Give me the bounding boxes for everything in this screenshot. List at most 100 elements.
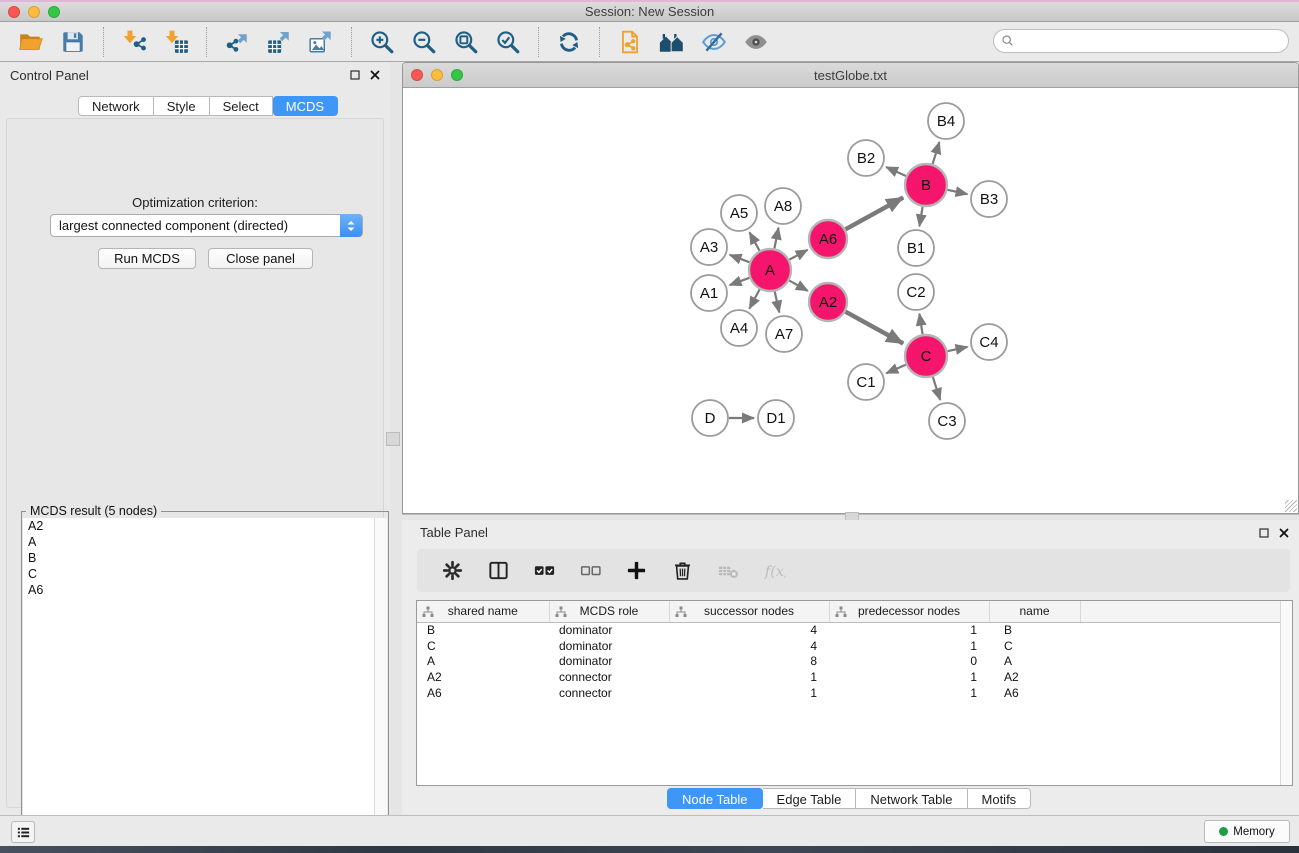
graph-node-C1[interactable]: C1 xyxy=(848,364,884,400)
tab-select[interactable]: Select xyxy=(210,96,273,116)
close-panel-icon[interactable] xyxy=(368,68,382,82)
open-file-icon[interactable] xyxy=(16,27,46,57)
hide-selected-eye-slash-icon[interactable] xyxy=(699,27,729,57)
search-box[interactable] xyxy=(993,29,1289,53)
export-image-icon[interactable] xyxy=(306,27,336,57)
restore-columns-icon[interactable] xyxy=(529,556,559,586)
graphics-details-eye-icon[interactable] xyxy=(741,27,771,57)
float-panel-icon[interactable] xyxy=(1257,526,1271,540)
graph-node-B1[interactable]: B1 xyxy=(898,230,934,266)
show-all-houses-icon[interactable] xyxy=(657,27,687,57)
column-header-predecessor-nodes[interactable]: predecessor nodes xyxy=(829,601,989,622)
graph-node-A6[interactable]: A6 xyxy=(809,220,847,258)
graph-node-C4[interactable]: C4 xyxy=(971,324,1007,360)
function-builder-icon[interactable]: f(x) xyxy=(759,556,789,586)
graph-node-B[interactable]: B xyxy=(905,164,947,206)
table-cell[interactable]: A6 xyxy=(989,685,1080,701)
table-row[interactable]: Adominator80A xyxy=(417,654,1292,670)
graph-node-B2[interactable]: B2 xyxy=(848,140,884,176)
graph-node-A4[interactable]: A4 xyxy=(721,310,757,346)
mcds-result-item[interactable]: C xyxy=(23,567,375,583)
table-cell[interactable]: C xyxy=(417,638,549,654)
divider-grip[interactable] xyxy=(386,432,400,446)
table-cell[interactable]: 1 xyxy=(829,638,989,654)
table-row[interactable]: Cdominator41C xyxy=(417,638,1292,654)
table-cell[interactable]: connector xyxy=(549,669,669,685)
graph-node-D[interactable]: D xyxy=(692,400,728,436)
column-header-shared-name[interactable]: shared name xyxy=(417,601,549,622)
mcds-result-scrollbar[interactable] xyxy=(374,518,387,853)
table-cell[interactable]: 1 xyxy=(669,685,829,701)
table-cell[interactable]: dominator xyxy=(549,654,669,670)
table-cell[interactable]: A xyxy=(417,654,549,670)
table-cell[interactable]: 4 xyxy=(669,622,829,638)
table-cell[interactable]: connector xyxy=(549,685,669,701)
graph-node-C3[interactable]: C3 xyxy=(929,403,965,439)
table-row[interactable]: A6connector11A6 xyxy=(417,685,1292,701)
mcds-result-item[interactable]: A xyxy=(23,534,375,550)
column-header-successor-nodes[interactable]: successor nodes xyxy=(669,601,829,622)
zoom-in-icon[interactable] xyxy=(367,27,397,57)
mcds-result-item[interactable]: B xyxy=(23,550,375,566)
split-panel-icon[interactable] xyxy=(483,556,513,586)
network-from-selection-icon[interactable] xyxy=(615,27,645,57)
criterion-dropdown[interactable]: largest connected component (directed) xyxy=(50,214,363,237)
graph-node-A2[interactable]: A2 xyxy=(809,283,847,321)
tab-motifs[interactable]: Motifs xyxy=(968,788,1032,809)
table-cell[interactable]: C xyxy=(989,638,1080,654)
table-cell[interactable]: dominator xyxy=(549,622,669,638)
table-cell[interactable]: 1 xyxy=(829,669,989,685)
network-canvas[interactable]: ABCA6A2A1A3A4A5A7A8B1B2B3B4C1C2C3C4DD1 xyxy=(403,89,1298,513)
search-input[interactable] xyxy=(1016,31,1288,51)
zoom-out-icon[interactable] xyxy=(409,27,439,57)
import-table-icon[interactable] xyxy=(161,27,191,57)
table-cell[interactable]: 8 xyxy=(669,654,829,670)
tab-network-table[interactable]: Network Table xyxy=(856,788,967,809)
tab-mcds[interactable]: MCDS xyxy=(273,96,338,116)
dropdown-spinner-icon[interactable] xyxy=(340,214,362,237)
delete-columns-icon[interactable] xyxy=(667,556,697,586)
table-cell[interactable]: A2 xyxy=(417,669,549,685)
create-column-icon[interactable] xyxy=(621,556,651,586)
table-cell[interactable]: B xyxy=(989,622,1080,638)
delete-table-icon[interactable] xyxy=(713,556,743,586)
graph-node-D1[interactable]: D1 xyxy=(758,400,794,436)
table-cell[interactable]: 4 xyxy=(669,638,829,654)
table-cell[interactable]: A xyxy=(989,654,1080,670)
tab-style[interactable]: Style xyxy=(154,96,210,116)
graph-node-A1[interactable]: A1 xyxy=(691,275,727,311)
table-scrollbar[interactable] xyxy=(1280,601,1292,785)
column-header-name[interactable]: name xyxy=(989,601,1080,622)
tab-edge-table[interactable]: Edge Table xyxy=(763,788,857,809)
node-table[interactable]: shared nameMCDS rolesuccessor nodesprede… xyxy=(416,600,1293,786)
graph-node-C2[interactable]: C2 xyxy=(898,274,934,310)
graph-node-A3[interactable]: A3 xyxy=(691,229,727,265)
memory-button[interactable]: Memory xyxy=(1204,820,1290,843)
table-row[interactable]: Bdominator41B xyxy=(417,622,1292,638)
vertical-split-divider[interactable] xyxy=(390,62,402,815)
hide-columns-icon[interactable] xyxy=(575,556,605,586)
save-session-icon[interactable] xyxy=(58,27,88,57)
import-network-icon[interactable] xyxy=(119,27,149,57)
column-gear-icon[interactable] xyxy=(437,556,467,586)
close-panel-button[interactable]: Close panel xyxy=(208,248,313,269)
table-cell[interactable]: 1 xyxy=(669,669,829,685)
table-cell[interactable]: A2 xyxy=(989,669,1080,685)
tab-network[interactable]: Network xyxy=(78,96,154,116)
export-network-icon[interactable] xyxy=(222,27,252,57)
graph-node-A[interactable]: A xyxy=(749,249,791,291)
graph-node-B4[interactable]: B4 xyxy=(928,103,964,139)
table-cell[interactable]: A6 xyxy=(417,685,549,701)
mcds-result-list[interactable]: A2ABCA6 xyxy=(23,518,375,853)
resize-grip-icon[interactable] xyxy=(1285,500,1297,512)
apply-refresh-icon[interactable] xyxy=(554,27,584,57)
zoom-selected-icon[interactable] xyxy=(493,27,523,57)
run-mcds-button[interactable]: Run MCDS xyxy=(98,248,196,269)
graph-node-A5[interactable]: A5 xyxy=(721,195,757,231)
table-cell[interactable]: 1 xyxy=(829,685,989,701)
float-panel-icon[interactable] xyxy=(348,68,362,82)
tab-node-table[interactable]: Node Table xyxy=(667,788,763,809)
table-cell[interactable]: 1 xyxy=(829,622,989,638)
graph-node-C[interactable]: C xyxy=(905,335,947,377)
graph-node-A7[interactable]: A7 xyxy=(766,316,802,352)
